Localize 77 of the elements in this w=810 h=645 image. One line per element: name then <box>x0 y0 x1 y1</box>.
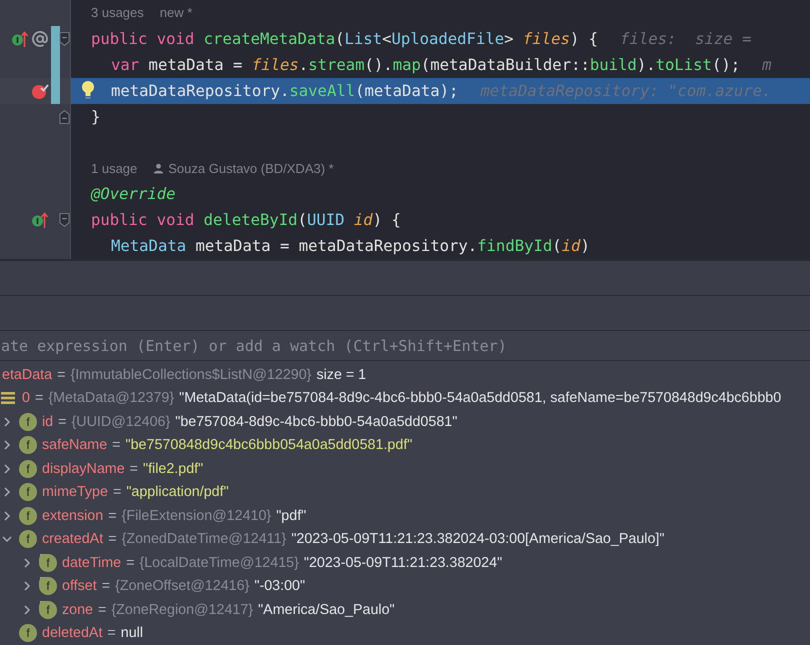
variable-name: displayName <box>42 460 125 477</box>
final-field-icon: f <box>39 577 57 596</box>
variable-type: {UUID@12406} <box>72 414 170 430</box>
field-icon: f <box>19 412 37 431</box>
variable-value: "2023-05-09T11:21:23.382024-03:00[America/Sao_Paulo]" <box>291 531 664 548</box>
variable-name: extension <box>42 508 104 524</box>
variable-name: etaData <box>2 366 52 383</box>
variable-type: {FileExtension@12410} <box>122 508 272 524</box>
equals-sign: = <box>130 460 138 477</box>
fold-icon[interactable] <box>59 30 70 47</box>
inline-value-hint: m <box>762 56 772 74</box>
equals-sign: = <box>98 602 106 618</box>
field-icon: f <box>19 460 37 478</box>
variable-type: {ZonedDateTime@12411} <box>122 531 286 548</box>
variable-name: offset <box>62 578 97 594</box>
variable-value: "pdf" <box>276 508 306 524</box>
variable-name: safeName <box>42 437 108 454</box>
equals-sign: = <box>102 578 110 594</box>
equals-sign: = <box>58 414 66 430</box>
equals-sign: = <box>34 390 44 406</box>
inlay-hint[interactable]: 1 usage <box>91 160 138 176</box>
variable-type: {MetaData@12379} <box>48 390 174 406</box>
variable-type: {LocalDateTime@12415} <box>139 554 299 571</box>
implements-icon[interactable] <box>31 211 50 230</box>
variable-type: {ZoneRegion@12417} <box>111 602 254 618</box>
variable-type: {ImmutableCollections$ListN@12290} <box>70 366 312 383</box>
variable-name: mimeType <box>42 484 108 500</box>
code-line: metaDataRepository.saveAll(metaData); <box>110 82 458 100</box>
variable-value: null <box>120 625 144 642</box>
fold-icon[interactable] <box>59 108 70 125</box>
inline-value-hint: metaDataRepository: "com.azure. <box>480 82 772 100</box>
variable-value: "be757084-8d9c-4bc6-bbb0-54a0a5dd0581" <box>175 414 458 430</box>
variable-value: size = 1 <box>316 366 366 383</box>
variable-value: "be7570848d9c4bc6bbb054a0a5dd0581.pdf" <box>126 437 412 454</box>
inlay-hint[interactable]: 3 usages <box>91 5 144 20</box>
variable-value: "MetaData(id=be757084-8d9c-4bc6-bbb0-54a0a5dd0581, safeName=be7570848d9c4bc6bbb0 <box>179 390 782 406</box>
equals-sign: = <box>126 554 134 571</box>
lightbulb-icon[interactable] <box>81 80 95 100</box>
variable-name: zone <box>62 602 94 618</box>
variable-type: {ZoneOffset@12416} <box>115 578 250 594</box>
variable-name: createdAt <box>42 531 104 548</box>
code-line: public void createMetaData(List<UploadedFile> files) { <box>91 30 598 48</box>
final-field-icon: f <box>39 554 57 572</box>
code-line: @Override <box>91 185 176 204</box>
variable-name: dateTime <box>62 554 122 571</box>
equals-sign: = <box>107 625 116 642</box>
variable-value: "America/Sao_Paulo" <box>258 602 395 618</box>
inlay-hint[interactable]: new * <box>160 5 192 20</box>
code-line: MetaData metaData = metaDataRepository.findById(id) <box>110 237 590 256</box>
field-icon: f <box>19 624 37 642</box>
field-icon: f <box>19 530 37 548</box>
variable-name: deletedAt <box>42 625 102 642</box>
code-line: public void deleteById(UUID id) { <box>91 211 401 230</box>
field-icon: f <box>19 506 37 525</box>
variable-value: "2023-05-09T11:21:23.382024" <box>304 554 502 571</box>
equals-sign: = <box>108 531 117 548</box>
implements-icon[interactable] <box>11 30 30 48</box>
field-icon: f <box>19 483 37 502</box>
variable-value: "application/pdf" <box>126 484 229 500</box>
inline-value-hint: files: size = <box>620 30 752 48</box>
equals-sign: = <box>108 508 117 524</box>
at-sign-icon[interactable] <box>31 30 50 48</box>
variable-value: "file2.pdf" <box>143 460 204 477</box>
variable-name: 0 <box>22 390 30 406</box>
equals-sign: = <box>112 437 121 454</box>
field-icon: f <box>19 436 37 454</box>
equals-sign: = <box>57 366 66 383</box>
author-hint[interactable]: Souza Gustavo (BD/XDA3) * <box>168 160 334 176</box>
person-icon <box>153 162 164 174</box>
variable-value: "-03:00" <box>254 578 306 594</box>
fold-icon[interactable] <box>59 212 70 228</box>
code-line: var metaData = files.stream().map(metaDataBuilder::build).toList(); <box>110 56 740 74</box>
code-line: } <box>91 108 100 126</box>
variable-name: id <box>42 414 54 430</box>
final-field-icon: f <box>39 600 57 619</box>
equals-sign: = <box>112 484 122 500</box>
breakpoint-icon[interactable] <box>31 82 50 100</box>
